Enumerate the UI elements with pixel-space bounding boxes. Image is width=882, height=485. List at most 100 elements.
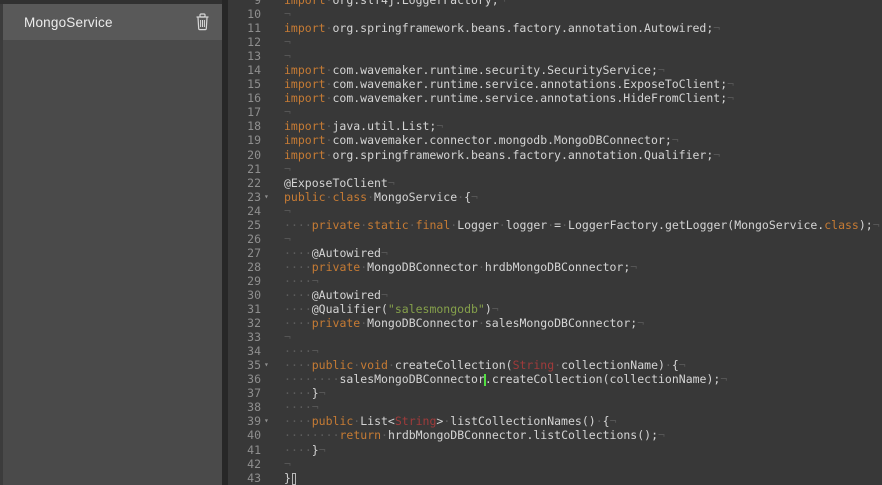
fold-spacer	[261, 204, 278, 218]
code-line[interactable]: 24 ¬	[228, 204, 882, 218]
gutter: 28	[228, 260, 278, 274]
code-lines: 9 import·org.slf4j.LoggerFactory;¬10¬11 im…	[228, 0, 882, 485]
service-item-label: MongoService	[24, 15, 113, 30]
code-text: import·org.slf4j.LoggerFactory;¬	[278, 0, 882, 7]
fold-spacer	[261, 49, 278, 63]
gutter: 38	[228, 400, 278, 414]
wavemaker-java-service-editor: MongoService 9 import·org.slf4j.LoggerFac…	[0, 0, 882, 485]
code-line[interactable]: 23▾public·class·MongoService·{¬	[228, 190, 882, 204]
code-line[interactable]: 14import·com.wavemaker.runtime.security.…	[228, 63, 882, 77]
line-number: 22	[247, 176, 261, 190]
code-line[interactable]: 42¬	[228, 457, 882, 471]
gutter: 30	[228, 288, 278, 302]
code-text: ········return·hrdbMongoDBConnector.list…	[278, 428, 882, 442]
code-text: public·class·MongoService·{¬	[278, 190, 882, 204]
gutter: 25	[228, 218, 278, 232]
code-line[interactable]: 36········salesMongoDBConnector.createCo…	[228, 372, 882, 386]
code-line[interactable]: 13¬	[228, 49, 882, 63]
line-number: 41	[247, 443, 261, 457]
code-line[interactable]: 12¬	[228, 35, 882, 49]
code-line[interactable]: 32····private·MongoDBConnector·salesMong…	[228, 316, 882, 330]
code-text: ····@Qualifier("salesmongodb")¬	[278, 302, 882, 316]
code-line[interactable]: 20import·org.springframework.beans.facto…	[228, 148, 882, 162]
fold-spacer	[261, 386, 278, 400]
gutter: 26	[228, 232, 278, 246]
code-line[interactable]: 11 import·org.springframework.beans.facto…	[228, 21, 882, 35]
code-line[interactable]: 17¬	[228, 105, 882, 119]
code-line[interactable]: 40········return·hrdbMongoDBConnector.li…	[228, 428, 882, 442]
code-line[interactable]: 19import·com.wavemaker.connector.mongodb…	[228, 133, 882, 147]
gutter: 13	[228, 49, 278, 63]
code-text: ¬	[278, 232, 882, 246]
code-line[interactable]: 39▾····public·List<String>·listCollectio…	[228, 414, 882, 428]
fold-spacer	[261, 77, 278, 91]
gutter: 14	[228, 63, 278, 77]
line-number: 25	[247, 218, 261, 232]
code-line[interactable]: 31 ····@Qualifier("salesmongodb")¬	[228, 302, 882, 316]
code-text: import·com.wavemaker.runtime.service.ann…	[278, 77, 882, 91]
fold-spacer	[261, 91, 278, 105]
code-text: ¬	[278, 105, 882, 119]
line-number: 11	[247, 21, 261, 35]
code-text: import·org.springframework.beans.factory…	[278, 21, 882, 35]
line-number: 23	[247, 190, 261, 204]
line-number: 13	[247, 49, 261, 63]
code-text: ····private·static·final·Logger·logger·=…	[278, 218, 882, 232]
fold-spacer	[261, 288, 278, 302]
code-line[interactable]: 18import·java.util.List;¬	[228, 119, 882, 133]
code-line[interactable]: 9 import·org.slf4j.LoggerFactory;¬	[228, 0, 882, 7]
line-number: 39	[247, 414, 261, 428]
code-line[interactable]: 43}	[228, 471, 882, 485]
fold-spacer	[261, 0, 278, 7]
code-text: ¬	[278, 330, 882, 344]
code-line[interactable]: 10¬	[228, 7, 882, 21]
fold-spacer	[261, 105, 278, 119]
gutter: 37	[228, 386, 278, 400]
line-number: 27	[247, 246, 261, 260]
code-line[interactable]: 25 ····private·static·final·Logger·logger…	[228, 218, 882, 232]
code-line[interactable]: 21¬	[228, 162, 882, 176]
code-line[interactable]: 16import·com.wavemaker.runtime.service.a…	[228, 91, 882, 105]
gutter: 39▾	[228, 414, 278, 428]
fold-arrow-icon[interactable]: ▾	[261, 414, 278, 428]
fold-arrow-icon[interactable]: ▾	[261, 190, 278, 204]
code-line[interactable]: 41····}¬	[228, 443, 882, 457]
code-text: ····public·void·createCollection(String·…	[278, 358, 882, 372]
code-line[interactable]: 26¬	[228, 232, 882, 246]
code-text: ¬	[278, 204, 882, 218]
line-number: 31	[247, 302, 261, 316]
line-number: 9	[254, 0, 261, 7]
line-number: 15	[247, 77, 261, 91]
code-text: ········salesMongoDBConnector.createColl…	[278, 372, 882, 386]
gutter: 23▾	[228, 190, 278, 204]
code-line[interactable]: 15 import·com.wavemaker.runtime.service.a…	[228, 77, 882, 91]
fold-spacer	[261, 471, 278, 485]
fold-arrow-icon[interactable]: ▾	[261, 358, 278, 372]
gutter: 15	[228, 77, 278, 91]
code-editor[interactable]: 9 import·org.slf4j.LoggerFactory;¬10¬11 im…	[228, 0, 882, 485]
fold-spacer	[261, 372, 278, 386]
service-item-mongoservice[interactable]: MongoService	[3, 4, 222, 40]
line-number: 24	[247, 204, 261, 218]
code-line[interactable]: 30····@Autowired¬	[228, 288, 882, 302]
code-line[interactable]: 35▾····public·void·createCollection(Stri…	[228, 358, 882, 372]
code-line[interactable]: 22@ExposeToClient¬	[228, 176, 882, 190]
code-text: import·com.wavemaker.connector.mongodb.M…	[278, 133, 882, 147]
code-line[interactable]: 29····¬	[228, 274, 882, 288]
code-line[interactable]: 38····¬	[228, 400, 882, 414]
gutter: 12	[228, 35, 278, 49]
fold-spacer	[261, 176, 278, 190]
delete-service-button[interactable]	[192, 11, 212, 33]
fold-spacer	[261, 344, 278, 358]
code-line[interactable]: 27····@Autowired¬	[228, 246, 882, 260]
code-text: import·com.wavemaker.runtime.service.ann…	[278, 91, 882, 105]
code-line[interactable]: 33¬	[228, 330, 882, 344]
line-number: 30	[247, 288, 261, 302]
fold-spacer	[261, 316, 278, 330]
gutter: 34	[228, 344, 278, 358]
line-number: 12	[247, 35, 261, 49]
code-line[interactable]: 34····¬	[228, 344, 882, 358]
code-text: ····¬	[278, 400, 882, 414]
code-line[interactable]: 28····private·MongoDBConnector·hrdbMongo…	[228, 260, 882, 274]
code-line[interactable]: 37····}¬	[228, 386, 882, 400]
